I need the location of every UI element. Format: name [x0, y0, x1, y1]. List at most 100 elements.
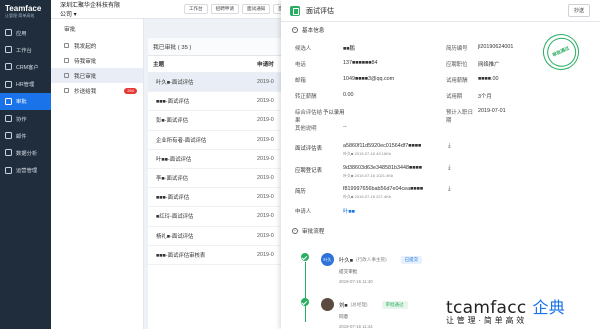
subnav-item-0[interactable]: 我发起的 — [51, 38, 143, 53]
field-value: 3个月 — [478, 94, 492, 100]
top-tab[interactable]: 招聘申请 — [210, 4, 239, 14]
table-row[interactable]: ■■■-面试评估审核表 2019-0 — [148, 246, 291, 265]
file-name: 9d38603d63e348581b3448■■■■ — [343, 165, 422, 171]
approve-icon — [5, 97, 12, 105]
file-meta: 叶久■ 2019-07-16 1021.4Kb — [343, 173, 394, 178]
list-header: 我已审批 ( 35 ) — [148, 38, 291, 56]
field-key: 试用期 — [446, 94, 463, 100]
desk-icon — [5, 46, 12, 54]
table-row[interactable]: 叶久■-面试评估 2019-0 — [148, 73, 291, 93]
top-tab[interactable]: 工作台 — [183, 4, 208, 14]
file-attachment[interactable]: a5860f11d5920ec01564df7■■■■ 叶久■ 2019-07-1… — [343, 143, 451, 157]
approval-step: 刘■ (总经理) 审批通过 同意 2019-07-16 11:44 — [301, 298, 408, 329]
nav-item-5[interactable]: 协作 — [0, 110, 51, 127]
step-role: (总经理) — [350, 301, 368, 307]
subnav-item-label: 抄送给我 — [74, 88, 97, 95]
nav-item-label: 工作台 — [16, 47, 32, 54]
top-tab[interactable]: 面试通知 — [242, 4, 271, 14]
table-row[interactable]: 李■-面试评估 2019-0 — [148, 169, 291, 189]
field-value: ■■鹏 — [343, 46, 355, 52]
watermark-logo: tcamfacc 企典 让管理·简单高效 — [440, 290, 600, 329]
section-approval-flow[interactable]: − 审批流程 — [281, 224, 324, 237]
brand-tagline: 让管理·简单高效 — [5, 13, 35, 18]
nav-item-3[interactable]: HR管理 — [0, 76, 51, 93]
table-row[interactable]: 杨礼■-面试评估 2019-0 — [148, 227, 291, 246]
nav-item-label: 审批 — [16, 99, 27, 106]
field-key: 候选人 — [295, 46, 312, 52]
field-key: 申请人 — [295, 209, 312, 215]
field-row: 预计入职日期 2019-07-01 — [446, 108, 506, 124]
nav-item-label: HR管理 — [16, 82, 35, 89]
field-key: 其他说明 — [295, 126, 317, 132]
copy-button[interactable]: 抄送 — [567, 4, 590, 17]
download-icon[interactable]: ⤓ — [448, 186, 451, 193]
chart-icon — [5, 149, 12, 157]
row-subject: ■■■-面试评估 — [156, 99, 190, 106]
avatar: 叶久 — [321, 253, 334, 266]
field-row: 试用薪酬 ■■■■.00 — [446, 76, 499, 84]
table-row[interactable]: ■■■-面试评估 2019-0 — [148, 188, 291, 208]
table-row[interactable]: 彭■-面试评估 2019-0 — [148, 111, 291, 131]
field-value: 叶■■ — [343, 209, 355, 215]
field-value: 0.00 — [343, 92, 354, 98]
field-key: 转正薪酬 — [295, 94, 317, 100]
team-icon — [5, 80, 12, 88]
download-icon[interactable]: ⤓ — [448, 165, 451, 172]
approval-subnav: 审批 我发起的 待我审批 我已审批 抄送给我 294 — [51, 19, 144, 329]
subnav-item-3[interactable]: 抄送给我 294 — [51, 83, 143, 98]
table-row[interactable]: 叶■■-面试评估 2019-0 — [148, 150, 291, 169]
field-row: 应聘职位 网络推广 — [446, 60, 500, 68]
nav-item-7[interactable]: 数据分析 — [0, 144, 51, 161]
nav-item-label: 运营管理 — [16, 168, 38, 175]
download-icon[interactable]: ⤓ — [448, 143, 451, 150]
nav-item-1[interactable]: 工作台 — [0, 41, 51, 58]
section-basic-info[interactable]: − 基本信息 — [281, 23, 600, 36]
step-time: 2019-07-16 11:40 — [339, 279, 373, 284]
field-value: 予以录用 — [323, 110, 345, 116]
table-row[interactable]: ■红玲-面试评估 2019-0 — [148, 207, 291, 227]
field-value: ■■■■.00 — [478, 76, 499, 82]
avatar — [321, 298, 334, 311]
nav-item-4[interactable]: 审批 — [0, 92, 51, 110]
mail-icon — [5, 132, 12, 140]
table-row[interactable]: 企业所有者-面试评估 2019-0 — [148, 131, 291, 150]
file-field-label: 简历 — [295, 189, 306, 195]
file-attachment[interactable]: 9d38603d63e348581b3448■■■■ 叶久■ 2019-07-16… — [343, 165, 451, 179]
check-icon — [301, 298, 309, 306]
nav-item-label: 协作 — [16, 116, 27, 123]
table-row[interactable]: ■■■-面试评估 2019-0 — [148, 92, 291, 112]
field-key: 应聘职位 — [446, 62, 468, 68]
row-subject: ■■■-面试评估 — [156, 195, 190, 202]
field-row: 电话 137■■■■■■84 — [295, 60, 378, 68]
nav-item-0[interactable]: 应用 — [0, 24, 51, 41]
field-row: 候选人 ■■鹏 — [295, 44, 355, 52]
list-icon — [64, 88, 69, 93]
field-value: 1049■■■■3@qq.com — [343, 76, 395, 82]
step-name-row: 刘■ (总经理) 审批通过 — [321, 298, 408, 311]
step-body: 刘■ (总经理) 审批通过 同意 2019-07-16 11:44 — [321, 298, 408, 329]
nav-item-2[interactable]: CRM客户 — [0, 58, 51, 75]
row-subject: ■■■-面试评估审核表 — [156, 252, 206, 259]
field-row: 其他说明 -- — [295, 124, 347, 132]
form-icon — [290, 5, 300, 16]
brand-name: Teamface — [5, 4, 42, 13]
field-value: 网络推广 — [478, 62, 500, 68]
subnav-item-1[interactable]: 待我审批 — [51, 53, 143, 68]
section-flow-label: 审批流程 — [302, 228, 325, 235]
row-subject: 叶■■-面试评估 — [156, 156, 192, 163]
user-icon — [5, 63, 12, 71]
nav-item-8[interactable]: 运营管理 — [0, 162, 51, 179]
row-subject: 杨礼■-面试评估 — [156, 233, 194, 240]
section-basic-label: 基本信息 — [302, 27, 325, 34]
field-row: 邮箱 1049■■■■3@qq.com — [295, 76, 394, 84]
approval-list: 我已审批 ( 35 ) 主题 申请时 叶久■-面试评估 2019-0 ■■■-面试评… — [148, 38, 291, 329]
nav-item-6[interactable]: 邮件 — [0, 127, 51, 144]
subnav-item-2[interactable]: 我已审批 — [51, 68, 143, 83]
list-column-header: 主题 申请时 — [148, 56, 291, 73]
field-value: jl20190624001 — [478, 44, 514, 50]
row-subject: 叶久■-面试评估 — [156, 80, 194, 87]
row-subject: 李■-面试评估 — [156, 176, 189, 183]
file-attachment[interactable]: f819997656bab56d7e04cea■■■■ 叶久■ 2019-07-1… — [343, 186, 451, 200]
company-switcher[interactable]: 深圳汇聚华企科技有限公司 ▾ — [51, 0, 124, 18]
step-note: 同意 — [339, 314, 349, 319]
